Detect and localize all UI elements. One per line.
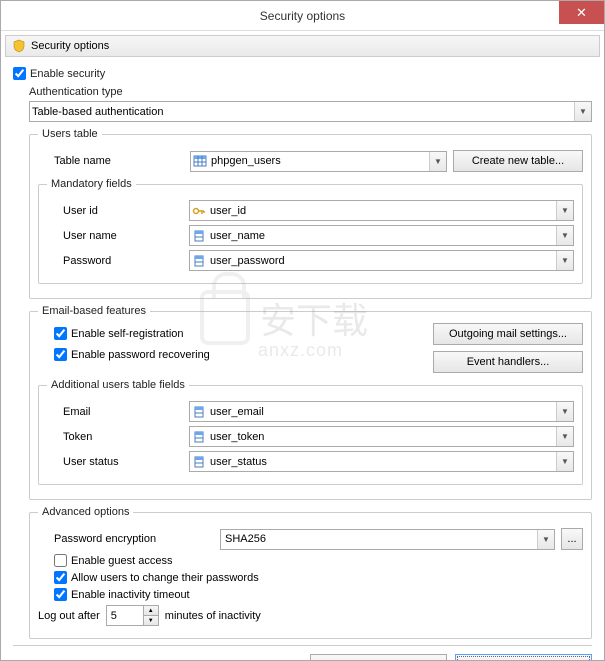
key-icon [190, 205, 208, 217]
user-status-value: user_status [208, 456, 556, 468]
users-table-legend: Users table [38, 128, 102, 140]
user-id-select[interactable]: user_id ▼ [189, 200, 574, 221]
table-name-value: phpgen_users [209, 155, 429, 167]
password-value: user_password [208, 255, 556, 267]
chevron-down-icon: ▼ [556, 452, 573, 471]
logout-after-label: Log out after [38, 610, 100, 622]
logout-minutes-spinner[interactable]: ▲ ▼ [106, 605, 159, 626]
password-encryption-select[interactable]: SHA256 ▼ [220, 529, 555, 550]
spinner-up-icon[interactable]: ▲ [144, 606, 158, 616]
password-encryption-label: Password encryption [54, 533, 214, 545]
inactivity-timeout-checkbox[interactable] [54, 588, 67, 601]
logout-minutes-input[interactable] [107, 606, 143, 625]
change-passwords-checkbox[interactable] [54, 571, 67, 584]
user-id-label: User id [63, 205, 183, 217]
record-level-security-button[interactable]: Record-level security... [310, 654, 447, 660]
manage-permissions-button[interactable]: Manage permissions... [455, 654, 592, 660]
column-icon [190, 431, 208, 443]
advanced-options-fieldset: Advanced options Password encryption SHA… [29, 506, 592, 639]
section-header: Security options [5, 35, 600, 57]
table-name-label: Table name [54, 155, 184, 167]
column-icon [190, 230, 208, 242]
column-icon [190, 406, 208, 418]
additional-fields-fieldset: Additional users table fields Email user… [38, 379, 583, 485]
self-registration-label: Enable self-registration [71, 328, 184, 340]
auth-type-select[interactable]: Table-based authentication ▼ [29, 101, 592, 122]
enable-security-checkbox[interactable] [13, 67, 26, 80]
password-label: Password [63, 255, 183, 267]
close-button[interactable]: ✕ [559, 1, 604, 24]
user-status-select[interactable]: user_status ▼ [189, 451, 574, 472]
enable-security-label: Enable security [30, 68, 105, 80]
auth-type-value: Table-based authentication [30, 106, 574, 118]
chevron-down-icon: ▼ [574, 102, 591, 121]
self-registration-checkbox[interactable] [54, 327, 67, 340]
email-value: user_email [208, 406, 556, 418]
change-passwords-label: Allow users to change their passwords [71, 572, 259, 584]
table-name-select[interactable]: phpgen_users ▼ [190, 151, 447, 172]
inactivity-timeout-label: Enable inactivity timeout [71, 589, 190, 601]
section-header-label: Security options [31, 40, 109, 52]
mandatory-fields-legend: Mandatory fields [47, 178, 136, 190]
user-status-label: User status [63, 456, 183, 468]
password-select[interactable]: user_password ▼ [189, 250, 574, 271]
advanced-options-legend: Advanced options [38, 506, 133, 518]
token-select[interactable]: user_token ▼ [189, 426, 574, 447]
user-id-value: user_id [208, 205, 556, 217]
email-features-fieldset: Email-based features Enable self-registr… [29, 305, 592, 500]
chevron-down-icon: ▼ [556, 251, 573, 270]
logout-suffix-label: minutes of inactivity [165, 610, 261, 622]
email-features-legend: Email-based features [38, 305, 150, 317]
chevron-down-icon: ▼ [429, 152, 446, 171]
chevron-down-icon: ▼ [556, 226, 573, 245]
shield-icon [12, 39, 26, 53]
spinner-down-icon[interactable]: ▼ [144, 616, 158, 625]
column-icon [190, 456, 208, 468]
password-recovering-checkbox[interactable] [54, 348, 67, 361]
password-encryption-more-button[interactable]: ... [561, 528, 583, 550]
token-value: user_token [208, 431, 556, 443]
users-table-fieldset: Users table Table name phpgen_users ▼ Cr… [29, 128, 592, 299]
titlebar: Security options ✕ [1, 1, 604, 31]
auth-type-label: Authentication type [29, 86, 592, 98]
guest-access-label: Enable guest access [71, 555, 173, 567]
outgoing-mail-button[interactable]: Outgoing mail settings... [433, 323, 583, 345]
additional-fields-legend: Additional users table fields [47, 379, 189, 391]
chevron-down-icon: ▼ [537, 530, 554, 549]
enable-security-row: Enable security [13, 67, 592, 80]
user-name-value: user_name [208, 230, 556, 242]
chevron-down-icon: ▼ [556, 427, 573, 446]
guest-access-checkbox[interactable] [54, 554, 67, 567]
user-name-select[interactable]: user_name ▼ [189, 225, 574, 246]
user-name-label: User name [63, 230, 183, 242]
table-icon [191, 155, 209, 167]
password-encryption-value: SHA256 [221, 533, 537, 545]
password-recovering-label: Enable password recovering [71, 349, 210, 361]
event-handlers-button[interactable]: Event handlers... [433, 351, 583, 373]
column-icon [190, 255, 208, 267]
mandatory-fields-fieldset: Mandatory fields User id user_id ▼ User … [38, 178, 583, 284]
token-label: Token [63, 431, 183, 443]
window-title: Security options [260, 9, 345, 23]
chevron-down-icon: ▼ [556, 402, 573, 421]
create-new-table-button[interactable]: Create new table... [453, 150, 583, 172]
email-label: Email [63, 406, 183, 418]
email-select[interactable]: user_email ▼ [189, 401, 574, 422]
chevron-down-icon: ▼ [556, 201, 573, 220]
